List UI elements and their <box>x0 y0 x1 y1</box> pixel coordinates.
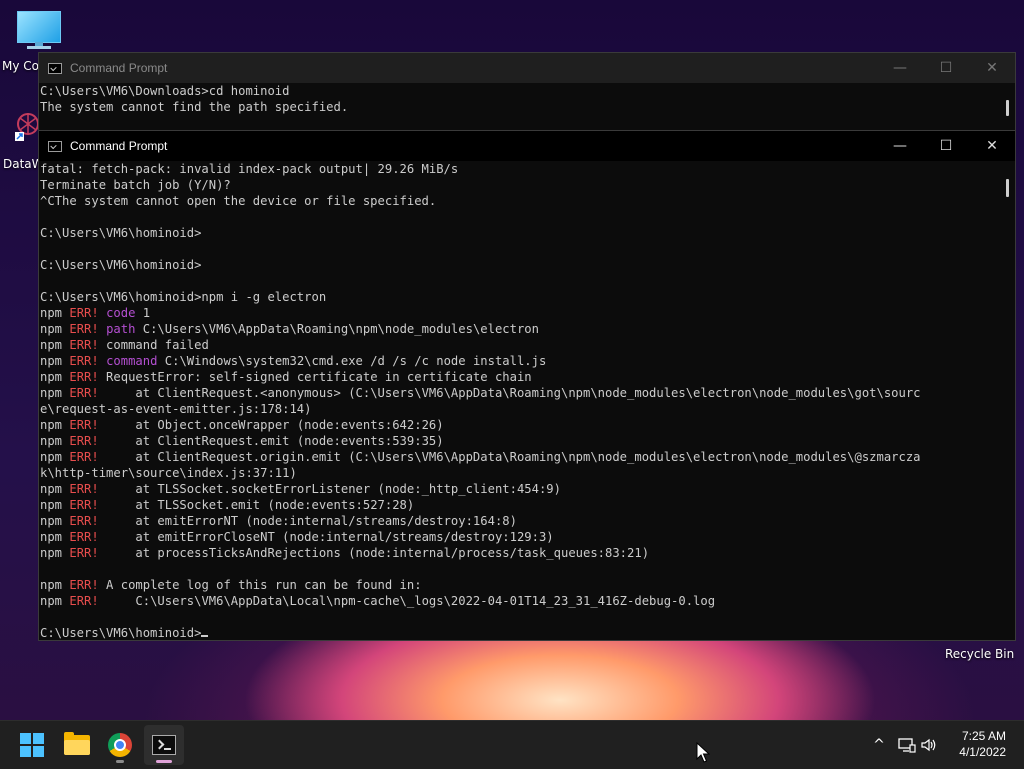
window-titlebar[interactable]: Command Prompt — ☐ ✕ <box>39 53 1015 83</box>
terminal-line: C:\Users\VM6\hominoid>npm i -g electron <box>40 290 327 304</box>
terminal-output[interactable]: C:\Users\VM6\Downloads>cd hominoid The sy… <box>39 83 1015 131</box>
close-button[interactable]: ✕ <box>969 53 1015 83</box>
npm-line: npm ERR! command failed <box>40 338 209 352</box>
npm-line: npm ERR! at processTicksAndRejections (n… <box>40 546 650 560</box>
window-title: Command Prompt <box>70 61 168 75</box>
minimize-button[interactable]: — <box>877 53 923 83</box>
terminal-line: ^CThe system cannot open the device or f… <box>40 194 437 208</box>
terminal-line: C:\Users\VM6\hominoid> <box>40 226 202 240</box>
folder-icon <box>64 732 90 755</box>
terminal-line: C:\Users\VM6\Downloads>cd hominoid <box>40 84 290 98</box>
close-button[interactable]: ✕ <box>969 131 1015 161</box>
npm-line: npm ERR! command C:\Windows\system32\cmd… <box>40 354 547 368</box>
npm-line: npm ERR! C:\Users\VM6\AppData\Local\npm-… <box>40 594 716 608</box>
terminal-line: The system cannot find the path specifie… <box>40 100 349 114</box>
npm-line: npm ERR! RequestError: self-signed certi… <box>40 370 532 384</box>
npm-line: npm ERR! at TLSSocket.socketErrorListene… <box>40 482 561 496</box>
terminal-line: Terminate batch job (Y/N)? <box>40 178 231 192</box>
window-title: Command Prompt <box>70 139 168 153</box>
npm-line: npm ERR! at TLSSocket.emit (node:events:… <box>40 498 415 512</box>
cmd-icon <box>48 140 62 152</box>
command-prompt-window-front[interactable]: Command Prompt — ☐ ✕ fatal: fetch-pack: … <box>38 130 1016 641</box>
network-icon[interactable] <box>896 734 918 756</box>
taskbar-clock[interactable]: 7:25 AM 4/1/2022 <box>959 728 1006 760</box>
chrome-button[interactable] <box>100 725 140 765</box>
terminal-line: fatal: fetch-pack: invalid index-pack ou… <box>40 162 459 176</box>
npm-line: npm ERR! A complete log of this run can … <box>40 578 422 592</box>
recycle-bin-label[interactable]: Recycle Bin <box>945 647 1014 661</box>
text-cursor <box>201 635 209 637</box>
npm-line: npm ERR! at ClientRequest.emit (node:eve… <box>40 434 444 448</box>
command-prompt-taskbar-button[interactable] <box>144 725 184 765</box>
cmd-icon <box>48 62 62 74</box>
scrollbar-thumb[interactable] <box>1006 179 1009 197</box>
volume-icon[interactable] <box>918 734 940 756</box>
maximize-button[interactable]: ☐ <box>923 131 969 161</box>
minimize-button[interactable]: — <box>877 131 923 161</box>
clock-date: 4/1/2022 <box>959 745 1006 759</box>
maximize-button[interactable]: ☐ <box>923 53 969 83</box>
npm-line: npm ERR! path C:\Users\VM6\AppData\Roami… <box>40 322 539 336</box>
terminal-output[interactable]: fatal: fetch-pack: invalid index-pack ou… <box>39 161 1015 641</box>
command-prompt-window-back[interactable]: Command Prompt — ☐ ✕ C:\Users\VM6\Downlo… <box>38 52 1016 132</box>
dataw-shortcut-icon[interactable] <box>14 110 40 142</box>
npm-line: npm ERR! at Object.onceWrapper (node:eve… <box>40 418 444 432</box>
file-explorer-button[interactable] <box>57 725 97 765</box>
npm-line: npm ERR! at ClientRequest.<anonymous> (C… <box>40 386 921 400</box>
terminal-line: k\http-timer\source\index.js:37:11) <box>40 466 297 480</box>
chevron-up-icon[interactable]: ^ <box>868 734 890 756</box>
window-titlebar[interactable]: Command Prompt — ☐ ✕ <box>39 131 1015 161</box>
npm-line: npm ERR! code 1 <box>40 306 151 320</box>
clock-time: 7:25 AM <box>961 729 1006 743</box>
npm-line: npm ERR! at emitErrorCloseNT (node:inter… <box>40 530 554 544</box>
terminal-line: C:\Users\VM6\hominoid> <box>40 258 202 272</box>
chrome-icon <box>108 733 132 757</box>
scrollbar-thumb[interactable] <box>1006 100 1009 116</box>
my-computer-icon[interactable] <box>17 11 61 49</box>
terminal-prompt-line[interactable]: C:\Users\VM6\hominoid> <box>40 625 1015 641</box>
windows-logo-icon <box>20 733 44 757</box>
system-tray: ^ <box>868 721 940 769</box>
npm-line: npm ERR! at ClientRequest.origin.emit (C… <box>40 450 921 464</box>
taskbar: ^ 7:25 AM 4/1/2022 <box>0 720 1024 769</box>
my-computer-label: My Co <box>2 59 39 73</box>
terminal-icon <box>152 735 176 755</box>
terminal-line: e\request-as-event-emitter.js:178:14) <box>40 402 312 416</box>
start-button[interactable] <box>12 725 52 765</box>
npm-line: npm ERR! at emitErrorNT (node:internal/s… <box>40 514 517 528</box>
